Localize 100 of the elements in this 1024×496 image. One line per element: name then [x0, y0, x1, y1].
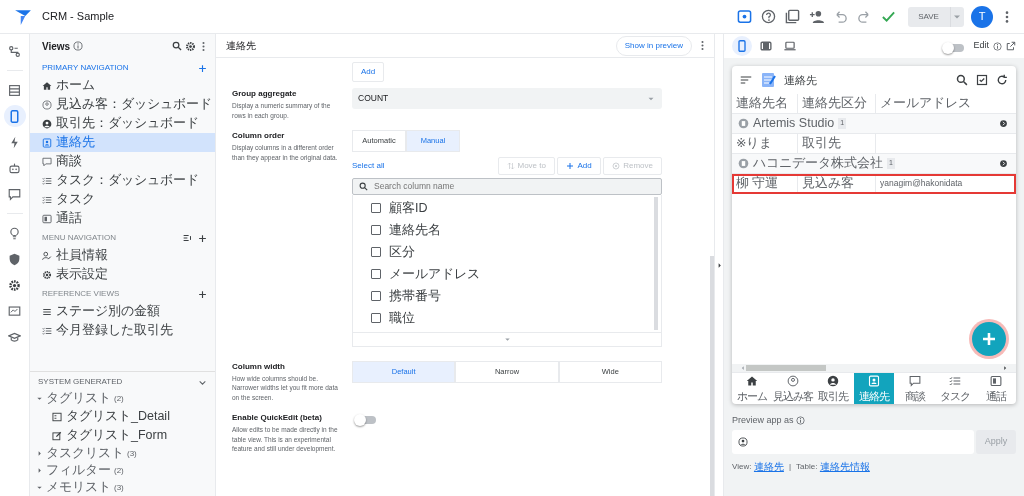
contact-card-icon — [42, 137, 52, 148]
rail-button[interactable] — [3, 105, 26, 127]
action-button[interactable]: Add — [557, 157, 601, 175]
nav-item[interactable]: 今月登録した取引先 — [30, 321, 215, 340]
edit-toggle[interactable] — [944, 44, 965, 52]
bottom-nav-tab[interactable]: 商談 — [894, 373, 935, 404]
open-external-icon[interactable] — [1006, 41, 1016, 51]
info-icon — [796, 416, 806, 426]
chat-icon — [42, 156, 52, 167]
add-icon[interactable] — [198, 233, 207, 243]
settings-icon[interactable] — [184, 40, 196, 52]
tree-item[interactable]: タグリスト_Detail — [30, 407, 215, 426]
help-icon[interactable] — [760, 9, 776, 24]
nav-item[interactable]: 商談 — [30, 152, 215, 171]
phone-icon — [736, 40, 748, 52]
card-icon — [42, 213, 52, 224]
nav-item[interactable]: タスク — [30, 190, 215, 209]
copy-icon[interactable] — [784, 9, 800, 24]
nav-item[interactable]: ステージ別の金額 — [30, 302, 215, 321]
add-icon — [566, 162, 575, 170]
table-cell-text: 取引先 — [802, 135, 841, 153]
group-label: Artemis Studio — [753, 115, 835, 133]
save-button[interactable]: SAVE — [907, 6, 950, 27]
chat-icon — [8, 187, 21, 201]
bottom-nav-tab[interactable]: 取引先 — [813, 373, 854, 404]
table-icon — [8, 83, 21, 97]
search-icon[interactable] — [172, 41, 182, 51]
nav-item[interactable]: 通話 — [30, 209, 215, 228]
add-fab[interactable] — [972, 322, 1006, 356]
table-cell: yanagim@hakonidata — [880, 177, 963, 190]
checkbox[interactable] — [371, 269, 381, 279]
tree-group[interactable]: タスクリスト (3) — [30, 445, 215, 462]
nav-item[interactable]: 社員情報 — [30, 246, 215, 265]
column-name: 区分 — [389, 243, 415, 261]
checklist-icon — [42, 175, 52, 186]
checkbox[interactable] — [371, 291, 381, 301]
add-icon[interactable] — [198, 289, 207, 299]
checkbox-icon[interactable] — [976, 74, 988, 86]
preview-icon[interactable] — [736, 9, 752, 24]
view-label: View: — [732, 460, 752, 473]
bottom-nav-tab[interactable]: ホーム — [732, 373, 773, 404]
tree-group[interactable]: メモリスト (3) — [30, 479, 215, 496]
chat-icon — [908, 375, 921, 387]
nav-item[interactable]: 表示設定 — [30, 265, 215, 284]
aggregate-select[interactable]: COUNT — [352, 88, 662, 109]
checkbox[interactable] — [371, 313, 381, 323]
add-user-icon[interactable] — [808, 9, 824, 24]
search-field[interactable]: Search column name — [352, 177, 662, 195]
nav-item[interactable]: 連絡先 — [30, 133, 215, 152]
table-row[interactable]: 柳 守運 見込み客 yanagim@hakonidata — [732, 174, 1016, 194]
bottom-nav-tab[interactable]: 見込み客 — [772, 373, 814, 404]
app-title: CRM - Sample — [42, 9, 115, 25]
device-button[interactable] — [732, 36, 752, 56]
person-icon — [42, 99, 52, 110]
add-icon[interactable] — [198, 63, 207, 73]
graduation-cap-icon — [8, 330, 21, 344]
table-link[interactable]: 連絡先情報 — [819, 459, 870, 474]
app-view-title: 連絡先 — [784, 72, 817, 88]
checkbox[interactable] — [371, 247, 381, 257]
toggle-switch[interactable] — [356, 416, 376, 424]
detail-icon — [52, 411, 62, 422]
info-icon — [72, 41, 83, 51]
tree-group[interactable]: タグリスト (2) — [30, 390, 215, 407]
nav-item[interactable]: ホーム — [30, 76, 215, 95]
column-name: 連絡先名 — [389, 221, 441, 239]
add-list-icon[interactable] — [183, 233, 193, 243]
view-link[interactable]: 連絡先 — [753, 459, 784, 474]
user-field[interactable] — [732, 430, 974, 454]
nav-item[interactable]: 見込み客：ダッシュボード — [30, 95, 215, 114]
monitor-icon — [8, 304, 21, 318]
nav-item[interactable]: 取引先：ダッシュボード — [30, 114, 215, 133]
remove-icon — [612, 162, 621, 170]
scroll-right-icon[interactable] — [1002, 365, 1008, 371]
lightbulb-icon — [8, 226, 21, 240]
sort-icon[interactable] — [740, 74, 752, 86]
app-logo-icon — [14, 7, 32, 26]
tree-item[interactable]: タグリスト_Form — [30, 426, 215, 445]
shield-icon — [8, 252, 21, 266]
checkbox[interactable] — [371, 225, 381, 235]
select-all-link[interactable]: Select all — [352, 160, 385, 172]
column-name: 職位 — [389, 309, 415, 327]
bottom-nav-tab[interactable]: 通話 — [975, 373, 1016, 404]
expand-arrow-icon[interactable] — [999, 119, 1008, 128]
edit-label: Edit — [973, 39, 989, 53]
section-heading: REFERENCE VIEWS — [42, 288, 120, 300]
avatar[interactable]: T — [971, 5, 993, 28]
table-cell-text: 見込み客 — [802, 175, 854, 193]
refresh-icon[interactable] — [996, 74, 1008, 86]
expand-arrow-icon[interactable] — [999, 159, 1008, 168]
search-input[interactable]: Search column name — [374, 179, 655, 193]
search-icon[interactable] — [956, 74, 968, 86]
bottom-nav-tab[interactable]: タスク — [934, 373, 976, 404]
show-in-preview-button[interactable]: Show in preview — [615, 35, 692, 56]
user-icon — [738, 437, 748, 447]
checkbox[interactable] — [371, 203, 381, 213]
add-button[interactable]: Add — [352, 62, 385, 82]
tree-group[interactable]: フィルター (2) — [30, 462, 215, 479]
nav-item[interactable]: タスク：ダッシュボード — [30, 171, 215, 190]
setting-label: Column width — [232, 360, 286, 373]
check-icon[interactable] — [880, 9, 896, 24]
